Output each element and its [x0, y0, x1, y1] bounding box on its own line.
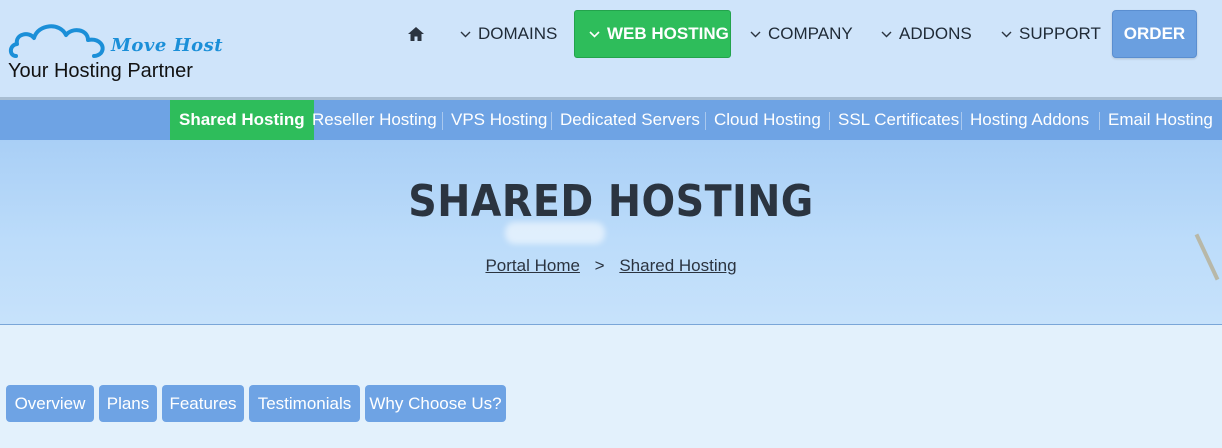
nav-company[interactable]: COMPANY: [750, 10, 853, 58]
nav-company-label: COMPANY: [768, 24, 853, 43]
tab-plans[interactable]: Plans: [99, 385, 157, 422]
chevron-down-icon: [460, 31, 471, 38]
nav-support[interactable]: SUPPORT: [1001, 10, 1101, 58]
subnav-dedicated-servers[interactable]: Dedicated Servers: [560, 100, 700, 140]
subnav-reseller-hosting[interactable]: Reseller Hosting: [312, 100, 437, 140]
breadcrumb-separator: >: [594, 256, 605, 275]
chevron-down-icon: [1001, 31, 1012, 38]
subnav-shared-hosting[interactable]: Shared Hosting: [170, 100, 314, 140]
nav-addons[interactable]: ADDONS: [881, 10, 972, 58]
nav-addons-label: ADDONS: [899, 24, 972, 43]
subnav-cloud-hosting[interactable]: Cloud Hosting: [714, 100, 821, 140]
cloud-icon: [8, 24, 105, 58]
subnav-divider: [551, 112, 552, 130]
subnav-ssl-certificates[interactable]: SSL Certificates: [838, 100, 959, 140]
nav-support-label: SUPPORT: [1019, 24, 1101, 43]
subnav-divider: [1099, 112, 1100, 130]
nav-home-button[interactable]: [404, 22, 428, 46]
breadcrumb: Portal Home > Shared Hosting: [0, 256, 1222, 276]
subnav-divider: [961, 112, 962, 130]
nav-web-hosting-label: WEB HOSTING: [607, 24, 729, 43]
tab-overview[interactable]: Overview: [6, 385, 94, 422]
page-title: SHARED HOSTING: [408, 176, 814, 227]
tab-features[interactable]: Features: [162, 385, 244, 422]
nav-domains[interactable]: DOMAINS: [460, 10, 557, 58]
subnav-divider: [705, 112, 706, 130]
nav-web-hosting[interactable]: WEB HOSTING: [574, 10, 731, 58]
breadcrumb-home-link[interactable]: Portal Home: [485, 256, 579, 275]
hosting-subnav: Shared Hosting Reseller Hosting VPS Host…: [0, 97, 1222, 140]
brand-name: Move Host: [111, 35, 224, 56]
subnav-hosting-addons[interactable]: Hosting Addons: [970, 100, 1089, 140]
subnav-vps-hosting[interactable]: VPS Hosting: [451, 100, 547, 140]
tab-why-choose-us[interactable]: Why Choose Us?: [365, 385, 506, 422]
chevron-down-icon: [750, 31, 761, 38]
subnav-divider: [442, 112, 443, 130]
subnav-email-hosting[interactable]: Email Hosting: [1108, 100, 1213, 140]
breadcrumb-current-link[interactable]: Shared Hosting: [619, 256, 736, 275]
subnav-divider: [829, 112, 830, 130]
order-button[interactable]: ORDER: [1112, 10, 1197, 58]
site-header: Move Host Your Hosting Partner DOMAINS W…: [0, 0, 1222, 97]
site-logo[interactable]: Move Host Your Hosting Partner: [8, 20, 228, 84]
chevron-down-icon: [589, 30, 600, 38]
nav-domains-label: DOMAINS: [478, 24, 558, 43]
page-hero: SHARED HOSTING Portal Home > Shared Host…: [0, 140, 1222, 325]
brand-tagline: Your Hosting Partner: [8, 60, 193, 82]
chevron-down-icon: [881, 31, 892, 38]
tab-testimonials[interactable]: Testimonials: [249, 385, 360, 422]
home-icon: [408, 27, 424, 41]
